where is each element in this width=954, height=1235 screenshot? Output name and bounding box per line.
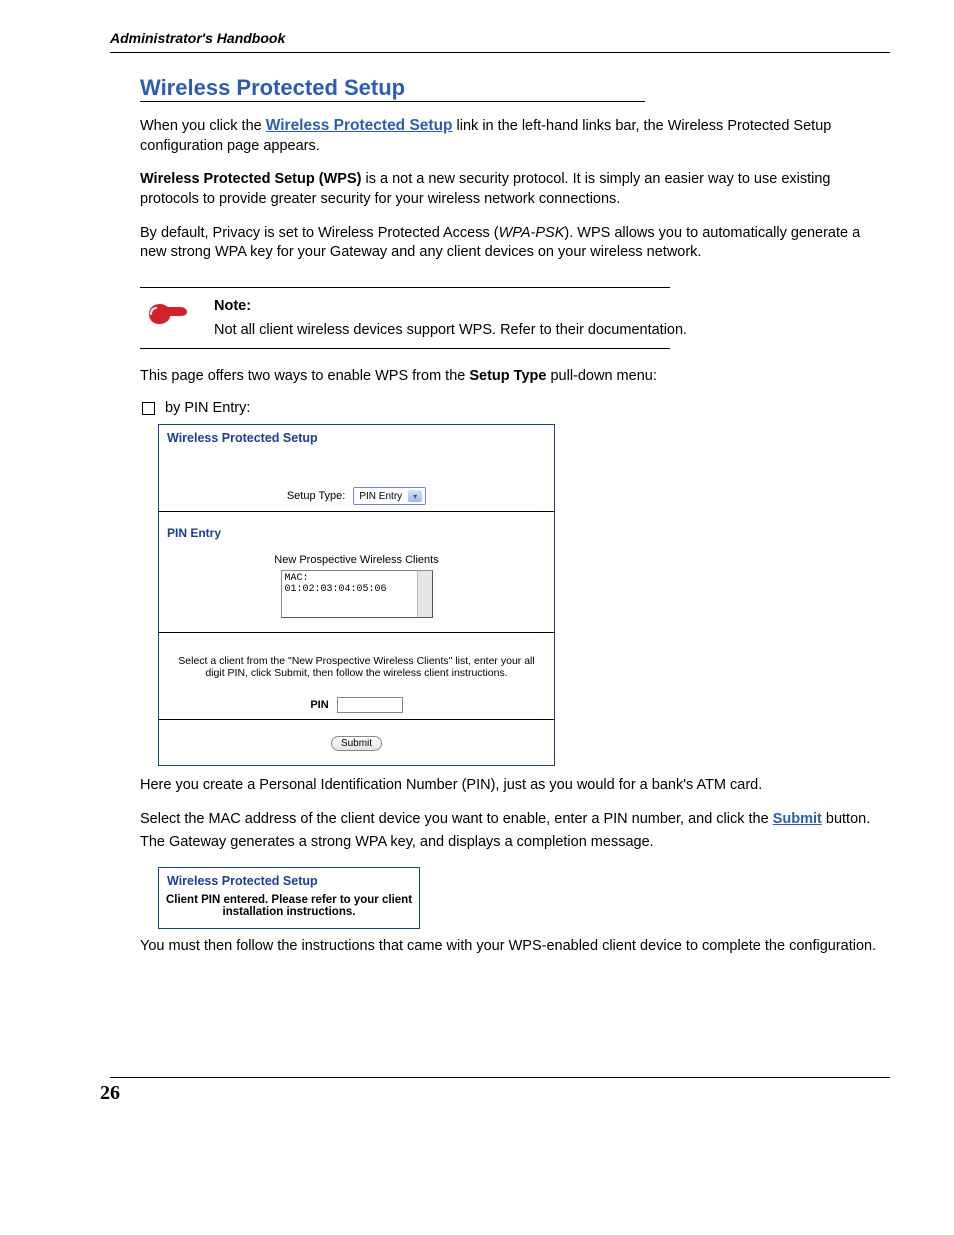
scrollbar[interactable] [417, 571, 432, 617]
wps-panel-pin-entry: Wireless Protected Setup Setup Type: PIN… [158, 424, 555, 766]
after-panel-p1: Here you create a Personal Identificatio… [140, 776, 890, 796]
pin-label: PIN [310, 699, 328, 711]
wps-link[interactable]: Wireless Protected Setup [266, 117, 453, 134]
note-label: Note: [214, 298, 890, 314]
setup-type-dropdown[interactable]: PIN Entry ▾ [353, 487, 426, 505]
chevron-down-icon: ▾ [408, 490, 422, 502]
note-body: Not all client wireless devices support … [214, 322, 890, 338]
top-rule [110, 52, 890, 53]
list-item[interactable]: MAC: 01:02:03:04:05:06 [285, 573, 414, 595]
after-panel-p2: Select the MAC address of the client dev… [140, 810, 890, 830]
bullet-pin-entry: by PIN Entry: [140, 400, 890, 416]
submit-link[interactable]: Submit [773, 811, 822, 827]
after-panel-p3: The Gateway generates a strong WPA key, … [140, 833, 890, 853]
pointing-hand-icon [146, 300, 190, 328]
panel2-title: Wireless Protected Setup [159, 868, 419, 890]
clients-listbox[interactable]: MAC: 01:02:03:04:05:06 [281, 570, 433, 618]
after-note-paragraph: This page offers two ways to enable WPS … [140, 367, 890, 387]
page-number: 26 [100, 1082, 890, 1105]
intro-paragraph-2: Wireless Protected Setup (WPS) is a not … [140, 170, 890, 209]
intro-paragraph-1: When you click the Wireless Protected Se… [140, 116, 890, 156]
page-footer: 26 [110, 1077, 890, 1105]
panel2-message: Client PIN entered. Please refer to your… [159, 890, 419, 928]
panel-title: Wireless Protected Setup [159, 425, 554, 447]
clients-heading: New Prospective Wireless Clients [167, 554, 546, 566]
running-head: Administrator's Handbook [110, 30, 890, 46]
section-title: Wireless Protected Setup [140, 75, 645, 102]
submit-button[interactable]: Submit [331, 736, 382, 751]
pin-input[interactable] [337, 697, 403, 713]
intro-paragraph-3: By default, Privacy is set to Wireless P… [140, 224, 890, 263]
closing-paragraph: You must then follow the instructions th… [140, 937, 890, 957]
setup-type-label: Setup Type: [287, 490, 346, 502]
pin-entry-heading: PIN Entry [167, 526, 546, 540]
wps-panel-confirmation: Wireless Protected Setup Client PIN ente… [158, 867, 420, 929]
note-block: Note: Not all client wireless devices su… [140, 287, 890, 349]
checkbox-icon [142, 402, 155, 415]
pin-instruction-text: Select a client from the "New Prospectiv… [177, 655, 537, 679]
